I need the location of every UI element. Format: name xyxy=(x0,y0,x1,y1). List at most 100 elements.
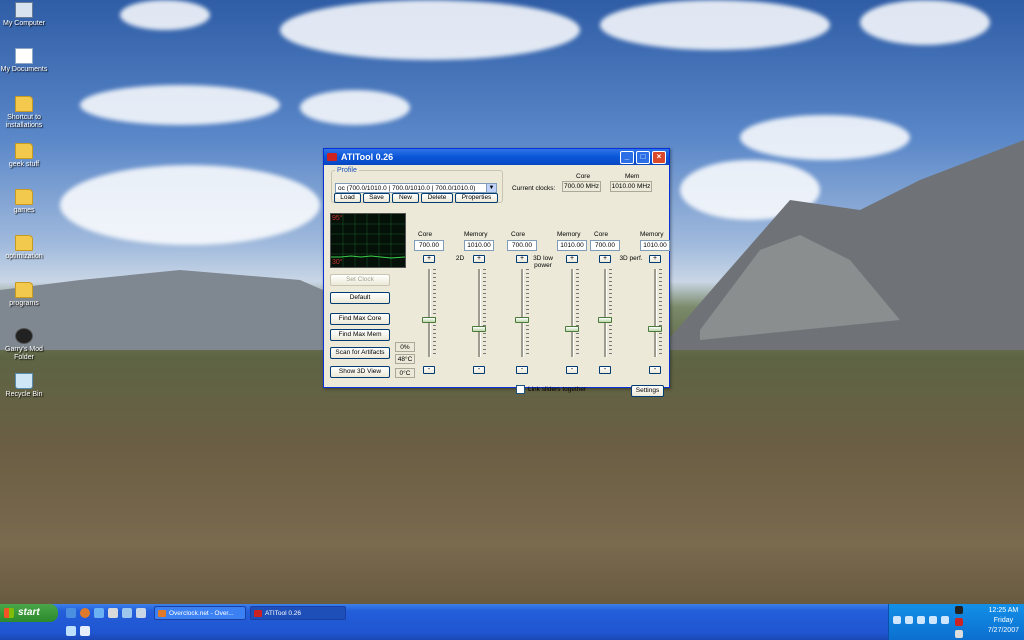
core-slider-thumb[interactable] xyxy=(422,317,436,323)
gpu-temp-readout: 48°C xyxy=(395,354,415,364)
memory-decrease-button[interactable]: - xyxy=(473,366,485,374)
desktop-icon-my-computer[interactable]: My Computer xyxy=(0,2,48,28)
find-max-mem-button[interactable]: Find Max Mem xyxy=(330,329,390,341)
memory-slider-thumb[interactable] xyxy=(648,326,662,332)
show-3d-view-button[interactable]: Show 3D View xyxy=(330,366,390,378)
messenger-icon[interactable] xyxy=(94,608,104,618)
task-label: ATITool 0.26 xyxy=(265,610,302,617)
tray-app-icon[interactable] xyxy=(955,630,963,638)
desktop-icon-my-documents[interactable]: My Documents xyxy=(0,48,48,74)
core-label: Core xyxy=(511,231,526,238)
core-decrease-button[interactable]: - xyxy=(599,366,611,374)
tray-help-icon[interactable] xyxy=(929,616,937,624)
current-mem-label: Mem xyxy=(625,173,640,180)
clock[interactable]: 12:25 AM Friday 7/27/2007 xyxy=(988,606,1019,636)
tray-security-icon[interactable] xyxy=(917,616,925,624)
core-slider-thumb[interactable] xyxy=(598,317,612,323)
ambient-temp-readout: 0°C xyxy=(395,368,415,378)
ati-logo-icon xyxy=(254,610,262,617)
terminal-icon[interactable] xyxy=(136,608,146,618)
maximize-button[interactable]: □ xyxy=(636,150,650,164)
title-bar[interactable]: ATITool 0.26 _ □ × xyxy=(324,149,669,165)
current-clocks-label: Current clocks: xyxy=(512,185,556,192)
memory-slider-thumb[interactable] xyxy=(565,326,579,332)
chevron-down-icon[interactable]: ▼ xyxy=(486,184,496,192)
tray-volume-icon[interactable] xyxy=(905,616,913,624)
start-button[interactable]: start xyxy=(0,604,58,622)
profile-select[interactable]: oc (700.0/1010.0 | 700.0/1010.0 | 700.0/… xyxy=(335,183,497,193)
properties-button[interactable]: Properties xyxy=(455,193,498,203)
memory-slider[interactable] xyxy=(565,269,579,357)
desktop-icon-optimization[interactable]: optimization xyxy=(0,235,48,261)
core-slider[interactable] xyxy=(598,269,612,357)
media-player-icon[interactable] xyxy=(108,608,118,618)
tray-steam-icon[interactable] xyxy=(955,606,963,614)
memory-label: Memory xyxy=(640,231,664,238)
core-clock-input[interactable]: 700.00 xyxy=(414,240,444,251)
desktop-icon-installations[interactable]: Shortcut to installations xyxy=(0,96,48,130)
core-slider-thumb[interactable] xyxy=(515,317,529,323)
slider-track xyxy=(571,269,574,357)
system-tray: 12:25 AM Friday 7/27/2007 xyxy=(888,604,1024,640)
task-overclock[interactable]: Overclock.net - Over... xyxy=(154,606,246,620)
tray-network-icon[interactable] xyxy=(893,616,901,624)
desktop-icon-games[interactable]: games xyxy=(0,189,48,215)
save-button[interactable]: Save xyxy=(363,193,390,203)
desktop-icon-geek-stuff[interactable]: geek stuff xyxy=(0,143,48,169)
firefox-icon[interactable] xyxy=(80,608,90,618)
profile-legend: Profile xyxy=(337,167,357,174)
set-clock-button[interactable]: Set Clock xyxy=(330,274,390,286)
graph-min-label: 30° xyxy=(332,259,343,266)
quick-launch-icon[interactable] xyxy=(66,626,76,636)
find-max-core-button[interactable]: Find Max Core xyxy=(330,313,390,325)
desktop-icon-garrys-mod[interactable]: Garry's Mod Folder xyxy=(0,328,48,362)
word-icon[interactable] xyxy=(80,626,90,636)
slider-ticks xyxy=(483,269,486,357)
clock-time: 12:25 AM xyxy=(988,607,1019,614)
memory-increase-button[interactable]: + xyxy=(566,255,578,263)
memory-slider[interactable] xyxy=(472,269,486,357)
core-clock-input[interactable]: 700.00 xyxy=(507,240,537,251)
memory-label: Memory xyxy=(557,231,581,238)
scan-artifacts-button[interactable]: Scan for Artifacts xyxy=(330,347,390,359)
core-slider[interactable] xyxy=(515,269,529,357)
default-button[interactable]: Default xyxy=(330,292,390,304)
show-desktop-icon[interactable] xyxy=(66,608,76,618)
slider-ticks xyxy=(433,269,436,357)
memory-clock-input[interactable]: 1010.00 xyxy=(557,240,587,251)
current-core-value: 700.00 MHz xyxy=(562,181,601,192)
core-decrease-button[interactable]: - xyxy=(516,366,528,374)
folder-icon xyxy=(15,96,33,112)
core-increase-button[interactable]: + xyxy=(516,255,528,263)
core-increase-button[interactable]: + xyxy=(599,255,611,263)
delete-button[interactable]: Delete xyxy=(421,193,453,203)
link-sliders-checkbox[interactable]: Link sliders together xyxy=(516,385,586,394)
memory-clock-input[interactable]: 1010.00 xyxy=(640,240,670,251)
desktop-icon-recycle-bin[interactable]: Recycle Bin xyxy=(0,373,48,399)
memory-increase-button[interactable]: + xyxy=(649,255,661,263)
core-clock-input[interactable]: 700.00 xyxy=(590,240,620,251)
new-button[interactable]: New xyxy=(392,193,419,203)
desktop-icon-label: Garry's Mod Folder xyxy=(5,346,43,361)
core-increase-button[interactable]: + xyxy=(423,255,435,263)
tray-ati-icon[interactable] xyxy=(955,618,963,626)
memory-decrease-button[interactable]: - xyxy=(649,366,661,374)
minimize-button[interactable]: _ xyxy=(620,150,634,164)
desktop-icon-programs[interactable]: programs xyxy=(0,282,48,308)
memory-slider[interactable] xyxy=(648,269,662,357)
memory-slider-thumb[interactable] xyxy=(472,326,486,332)
recycle-bin-icon xyxy=(15,373,33,389)
load-button[interactable]: Load xyxy=(334,193,361,203)
core-slider[interactable] xyxy=(422,269,436,357)
task-atitool[interactable]: ATITool 0.26 xyxy=(250,606,346,620)
memory-clock-input[interactable]: 1010.00 xyxy=(464,240,494,251)
settings-button[interactable]: Settings xyxy=(631,385,664,397)
close-button[interactable]: × xyxy=(652,150,666,164)
memory-decrease-button[interactable]: - xyxy=(566,366,578,374)
tray-update-icon[interactable] xyxy=(941,616,949,624)
core-decrease-button[interactable]: - xyxy=(423,366,435,374)
folder-window-icon[interactable] xyxy=(122,608,132,618)
checkbox-box[interactable] xyxy=(516,385,525,394)
temperature-graph: 95° 30° xyxy=(330,213,406,268)
memory-increase-button[interactable]: + xyxy=(473,255,485,263)
